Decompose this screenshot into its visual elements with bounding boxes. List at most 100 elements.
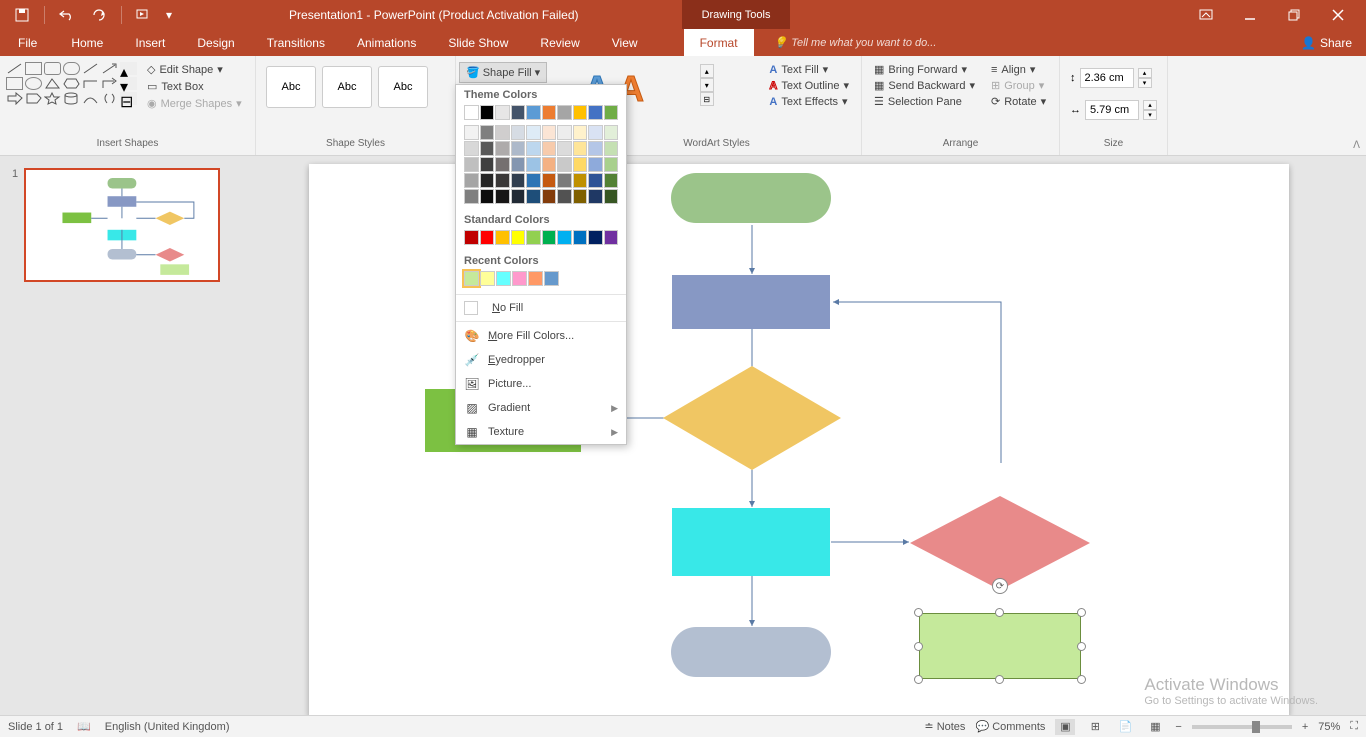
sel-handle-e[interactable] bbox=[1077, 642, 1086, 651]
shape-style-3[interactable]: Abc bbox=[378, 66, 428, 108]
theme-shade-swatch[interactable] bbox=[511, 125, 526, 140]
theme-shade-swatch[interactable] bbox=[464, 157, 479, 172]
standard-color-swatch[interactable] bbox=[526, 230, 541, 245]
sel-handle-n[interactable] bbox=[995, 608, 1004, 617]
shape-elbow-icon[interactable] bbox=[82, 77, 99, 90]
recent-color-swatch[interactable] bbox=[528, 271, 543, 286]
flowchart-process-3[interactable] bbox=[672, 508, 830, 576]
theme-shade-swatch[interactable] bbox=[495, 173, 510, 188]
theme-color-swatch[interactable] bbox=[588, 105, 603, 120]
zoom-slider[interactable] bbox=[1192, 725, 1292, 729]
standard-color-swatch[interactable] bbox=[542, 230, 557, 245]
shape-hexagon-icon[interactable] bbox=[63, 77, 80, 90]
tab-slideshow[interactable]: Slide Show bbox=[432, 29, 524, 56]
view-slideshow-button[interactable]: ▦ bbox=[1145, 719, 1165, 735]
theme-shade-swatch[interactable] bbox=[573, 157, 588, 172]
theme-shade-swatch[interactable] bbox=[557, 157, 572, 172]
theme-shade-swatch[interactable] bbox=[588, 125, 603, 140]
theme-shade-swatch[interactable] bbox=[495, 189, 510, 204]
theme-shade-swatch[interactable] bbox=[495, 157, 510, 172]
shape-bracket-icon[interactable] bbox=[101, 92, 118, 105]
sel-handle-nw[interactable] bbox=[914, 608, 923, 617]
shape-width-input[interactable] bbox=[1085, 100, 1139, 120]
standard-color-swatch[interactable] bbox=[588, 230, 603, 245]
tab-animations[interactable]: Animations bbox=[341, 29, 432, 56]
theme-shade-swatch[interactable] bbox=[588, 173, 603, 188]
theme-shade-swatch[interactable] bbox=[604, 189, 619, 204]
view-reading-button[interactable]: 📄 bbox=[1115, 719, 1135, 735]
view-normal-button[interactable]: ▣ bbox=[1055, 719, 1075, 735]
recent-color-swatch[interactable] bbox=[480, 271, 495, 286]
theme-color-swatch[interactable] bbox=[557, 105, 572, 120]
recent-color-swatch[interactable] bbox=[544, 271, 559, 286]
tab-home[interactable]: Home bbox=[55, 29, 119, 56]
tab-format[interactable]: Format bbox=[684, 29, 754, 56]
standard-color-swatch[interactable] bbox=[557, 230, 572, 245]
slide-thumbnail-1[interactable] bbox=[24, 168, 220, 282]
height-up[interactable]: ▴ bbox=[1138, 68, 1152, 78]
shape-style-1[interactable]: Abc bbox=[266, 66, 316, 108]
theme-shade-swatch[interactable] bbox=[526, 173, 541, 188]
bring-forward-button[interactable]: ▦Bring Forward ▾ bbox=[872, 62, 977, 77]
shape-cylinder-icon[interactable] bbox=[63, 92, 80, 105]
save-button[interactable] bbox=[8, 3, 36, 27]
width-up[interactable]: ▴ bbox=[1143, 100, 1157, 110]
tab-transitions[interactable]: Transitions bbox=[251, 29, 341, 56]
theme-shade-swatch[interactable] bbox=[542, 157, 557, 172]
shape-line-icon[interactable] bbox=[6, 62, 23, 75]
flowchart-decision-1[interactable] bbox=[663, 366, 841, 470]
theme-shade-swatch[interactable] bbox=[557, 189, 572, 204]
tab-file[interactable]: File bbox=[0, 29, 55, 56]
theme-color-swatch[interactable] bbox=[511, 105, 526, 120]
wordart-gallery-up[interactable]: ▴ bbox=[700, 64, 714, 78]
theme-shade-swatch[interactable] bbox=[511, 157, 526, 172]
width-down[interactable]: ▾ bbox=[1143, 110, 1157, 120]
shape-gallery-more-icon[interactable]: ⊟ bbox=[120, 92, 137, 105]
theme-shade-swatch[interactable] bbox=[495, 125, 510, 140]
texture-fill-item[interactable]: ▦Texture▶ bbox=[456, 420, 626, 444]
theme-shade-swatch[interactable] bbox=[542, 125, 557, 140]
standard-color-swatch[interactable] bbox=[480, 230, 495, 245]
tab-view[interactable]: View bbox=[596, 29, 654, 56]
selection-pane-button[interactable]: ☰Selection Pane bbox=[872, 94, 977, 109]
theme-shade-swatch[interactable] bbox=[573, 141, 588, 156]
tell-me-search[interactable]: 💡 Tell me what you want to do... bbox=[754, 29, 1287, 56]
tab-insert[interactable]: Insert bbox=[119, 29, 181, 56]
theme-shade-swatch[interactable] bbox=[526, 157, 541, 172]
send-backward-button[interactable]: ▦Send Backward ▾ bbox=[872, 78, 977, 93]
shape-lozenge-icon[interactable] bbox=[63, 62, 80, 75]
theme-shade-swatch[interactable] bbox=[542, 189, 557, 204]
theme-shade-swatch[interactable] bbox=[480, 189, 495, 204]
close-button[interactable] bbox=[1318, 3, 1358, 27]
theme-shade-swatch[interactable] bbox=[604, 173, 619, 188]
flowchart-process-1[interactable] bbox=[672, 275, 830, 329]
theme-shade-swatch[interactable] bbox=[526, 141, 541, 156]
shape-circle-icon[interactable] bbox=[25, 77, 42, 90]
theme-shade-swatch[interactable] bbox=[464, 189, 479, 204]
theme-shade-swatch[interactable] bbox=[511, 173, 526, 188]
theme-shade-swatch[interactable] bbox=[573, 173, 588, 188]
standard-color-swatch[interactable] bbox=[604, 230, 619, 245]
standard-color-swatch[interactable] bbox=[573, 230, 588, 245]
shape-height-input[interactable] bbox=[1080, 68, 1134, 88]
theme-shade-swatch[interactable] bbox=[495, 141, 510, 156]
qat-customize-button[interactable]: ▾ bbox=[162, 3, 176, 27]
text-fill-button[interactable]: AText Fill ▾ bbox=[767, 62, 851, 77]
view-sorter-button[interactable]: ⊞ bbox=[1085, 719, 1105, 735]
align-button[interactable]: ≡Align ▾ bbox=[989, 62, 1048, 77]
group-button[interactable]: ⊞Group ▾ bbox=[989, 78, 1048, 93]
shape-style-2[interactable]: Abc bbox=[322, 66, 372, 108]
flowchart-start[interactable] bbox=[671, 173, 831, 223]
eyedropper-item[interactable]: 💉Eyedropper bbox=[456, 348, 626, 372]
zoom-out-button[interactable]: − bbox=[1175, 721, 1181, 733]
theme-shade-swatch[interactable] bbox=[542, 141, 557, 156]
theme-color-swatch[interactable] bbox=[573, 105, 588, 120]
height-down[interactable]: ▾ bbox=[1138, 78, 1152, 88]
shape-rect-icon[interactable] bbox=[25, 62, 42, 75]
theme-shade-swatch[interactable] bbox=[464, 141, 479, 156]
text-box-button[interactable]: ▭Text Box bbox=[145, 79, 244, 94]
share-button[interactable]: 👤 Share bbox=[1287, 29, 1366, 56]
theme-shade-swatch[interactable] bbox=[604, 141, 619, 156]
wordart-gallery-more[interactable]: ⊟ bbox=[700, 92, 714, 106]
shape-star-icon[interactable] bbox=[44, 92, 61, 105]
